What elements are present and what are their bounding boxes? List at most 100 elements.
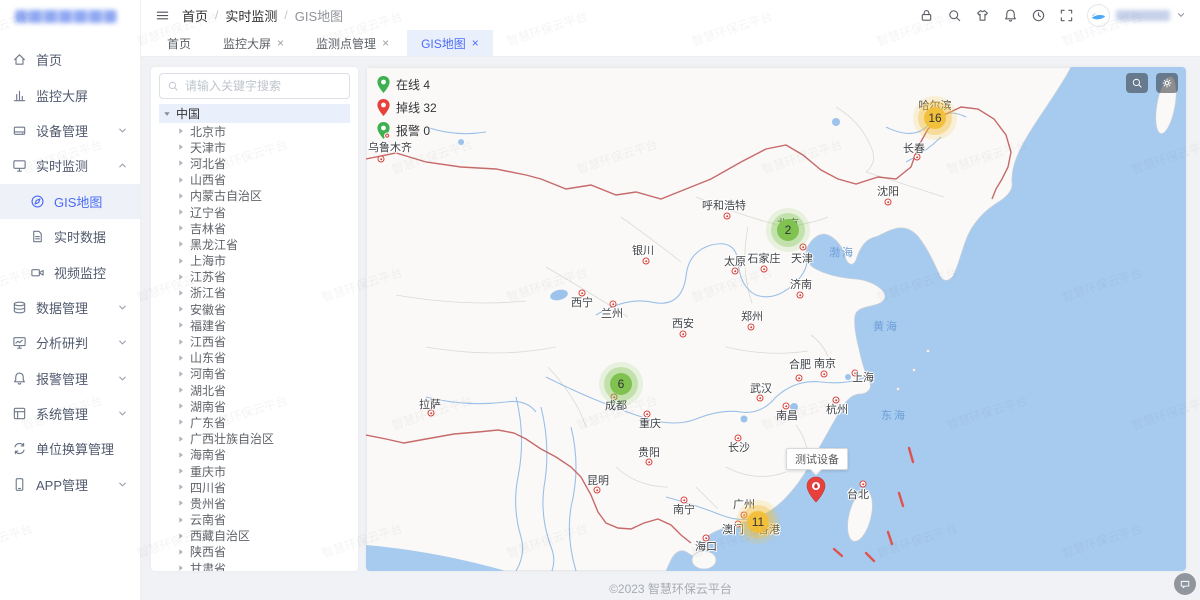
breadcrumb-separator: / <box>277 8 294 22</box>
tree-node-province[interactable]: 陕西省 <box>159 544 350 560</box>
breadcrumb: 首页/实时监测/GIS地图 <box>182 6 343 25</box>
tree-node-province[interactable]: 湖南省 <box>159 398 350 414</box>
tree-node-province[interactable]: 天津市 <box>159 139 350 155</box>
sidebar-item-app-mgmt[interactable]: APP管理 <box>0 467 140 502</box>
sidebar-item-realtime-data[interactable]: 实时数据 <box>0 219 140 254</box>
tab-label: 首页 <box>167 35 191 52</box>
device-cluster-marker[interactable]: 16 <box>924 107 946 129</box>
city-label: 西安 <box>672 315 694 331</box>
city-marker-dot <box>643 258 650 265</box>
tree-node-province[interactable]: 浙江省 <box>159 285 350 301</box>
caret-right-icon <box>177 402 185 410</box>
tree-node-province[interactable]: 河北省 <box>159 155 350 171</box>
caret-right-icon <box>177 548 185 556</box>
tree-node-province[interactable]: 福建省 <box>159 317 350 333</box>
tree-node-label: 山西省 <box>190 171 226 188</box>
sidebar-item-home[interactable]: 首页 <box>0 42 140 77</box>
tree-node-province[interactable]: 江西省 <box>159 333 350 349</box>
system-icon <box>12 406 27 421</box>
tree-node-province[interactable]: 广东省 <box>159 414 350 430</box>
caret-right-icon <box>177 354 185 362</box>
tree-node-province[interactable]: 重庆市 <box>159 463 350 479</box>
tree-node-province[interactable]: 云南省 <box>159 512 350 528</box>
search-input[interactable] <box>159 73 350 99</box>
device-cluster-marker[interactable]: 2 <box>777 219 799 241</box>
device-cluster-marker[interactable]: 6 <box>610 373 632 395</box>
caret-right-icon <box>177 499 185 507</box>
sidebar-item-unit-convert[interactable]: 单位换算管理 <box>0 431 140 466</box>
sidebar-item-system-mgmt[interactable]: 系统管理 <box>0 396 140 431</box>
video-icon <box>30 265 45 280</box>
tree-node-province[interactable]: 海南省 <box>159 447 350 463</box>
sidebar-item-gis-map[interactable]: GIS地图 <box>0 184 140 219</box>
caret-down-icon <box>117 408 128 419</box>
sidebar-item-device-mgmt[interactable]: 设备管理 <box>0 113 140 148</box>
tree-node-province[interactable]: 广西壮族自治区 <box>159 431 350 447</box>
caret-down-icon <box>117 125 128 136</box>
close-icon[interactable]: × <box>472 37 479 49</box>
tree-node-province[interactable]: 上海市 <box>159 253 350 269</box>
tree-node-province[interactable]: 山西省 <box>159 172 350 188</box>
bell-icon[interactable] <box>1003 8 1018 23</box>
tree-node-label: 上海市 <box>190 252 226 269</box>
city-label: 长春 <box>903 140 925 156</box>
tree-node-province[interactable]: 甘肃省 <box>159 560 350 571</box>
tree-node-province[interactable]: 辽宁省 <box>159 204 350 220</box>
sidebar-item-label: 实时监测 <box>36 156 117 175</box>
tree-node-province[interactable]: 山东省 <box>159 350 350 366</box>
tree-node-province[interactable]: 安徽省 <box>159 301 350 317</box>
analysis-icon <box>12 335 27 350</box>
sidebar-item-dashboard[interactable]: 监控大屏 <box>0 77 140 112</box>
tree-node-province[interactable]: 江苏省 <box>159 269 350 285</box>
search-icon[interactable] <box>947 8 962 23</box>
tree-node-province[interactable]: 吉林省 <box>159 220 350 236</box>
tab-首页[interactable]: 首页 <box>153 30 205 56</box>
pin-alarm-icon <box>376 121 391 140</box>
chat-fab-button[interactable] <box>1174 573 1196 595</box>
sidebar-item-data-mgmt[interactable]: 数据管理 <box>0 290 140 325</box>
close-icon[interactable]: × <box>277 37 284 49</box>
lock-icon[interactable] <box>919 8 934 23</box>
tree-node-province[interactable]: 黑龙江省 <box>159 236 350 252</box>
city-label: 银川 <box>632 242 654 258</box>
tree-node-province[interactable]: 四川省 <box>159 479 350 495</box>
city-marker-dot <box>680 331 687 338</box>
marker-tooltip-label: 测试设备 <box>795 454 839 466</box>
header-icon-group <box>919 8 1074 23</box>
device-pin-marker[interactable] <box>805 476 827 504</box>
breadcrumb-item[interactable]: 首页 <box>182 6 208 25</box>
sidebar-item-alarm-mgmt[interactable]: 报警管理 <box>0 361 140 396</box>
theme-shirt-icon[interactable] <box>975 8 990 23</box>
hamburger-icon[interactable] <box>155 8 170 23</box>
caret-right-icon <box>177 564 185 571</box>
tree-node-province[interactable]: 河南省 <box>159 366 350 382</box>
fullscreen-icon[interactable] <box>1059 8 1074 23</box>
device-cluster-marker[interactable]: 11 <box>747 511 769 533</box>
tree-node-province[interactable]: 西藏自治区 <box>159 528 350 544</box>
gis-map[interactable]: 乌鲁木齐哈尔滨长春沈阳呼和浩特北京银川太原石家庄天津济南西宁兰州郑州西安合肥南京… <box>366 67 1186 571</box>
sidebar-item-realtime-monitor[interactable]: 实时监测 <box>0 148 140 183</box>
sidebar-item-video-monitor[interactable]: 视频监控 <box>0 254 140 289</box>
user-menu[interactable] <box>1087 4 1186 27</box>
tree-node-root[interactable]: 中国 <box>159 104 350 123</box>
tab-GIS地图[interactable]: GIS地图× <box>407 30 493 56</box>
sidebar-item-label: GIS地图 <box>54 192 128 211</box>
map-search-button[interactable] <box>1126 73 1148 93</box>
header-actions <box>919 4 1186 27</box>
city-marker-dot <box>748 324 755 331</box>
search-icon <box>167 80 179 92</box>
city-label: 广州 <box>733 496 755 512</box>
tree-node-province[interactable]: 湖北省 <box>159 382 350 398</box>
close-icon[interactable]: × <box>382 37 389 49</box>
pin-green-icon <box>376 75 391 94</box>
tab-监控大屏[interactable]: 监控大屏× <box>209 30 298 56</box>
tab-监测点管理[interactable]: 监测点管理× <box>302 30 403 56</box>
city-label: 兰州 <box>601 305 623 321</box>
clock-icon[interactable] <box>1031 8 1046 23</box>
tree-node-province[interactable]: 贵州省 <box>159 495 350 511</box>
breadcrumb-item[interactable]: 实时监测 <box>225 6 277 25</box>
map-layers-button[interactable] <box>1156 73 1178 93</box>
tree-node-province[interactable]: 北京市 <box>159 123 350 139</box>
sidebar-item-analysis[interactable]: 分析研判 <box>0 325 140 360</box>
tree-node-province[interactable]: 内蒙古自治区 <box>159 188 350 204</box>
